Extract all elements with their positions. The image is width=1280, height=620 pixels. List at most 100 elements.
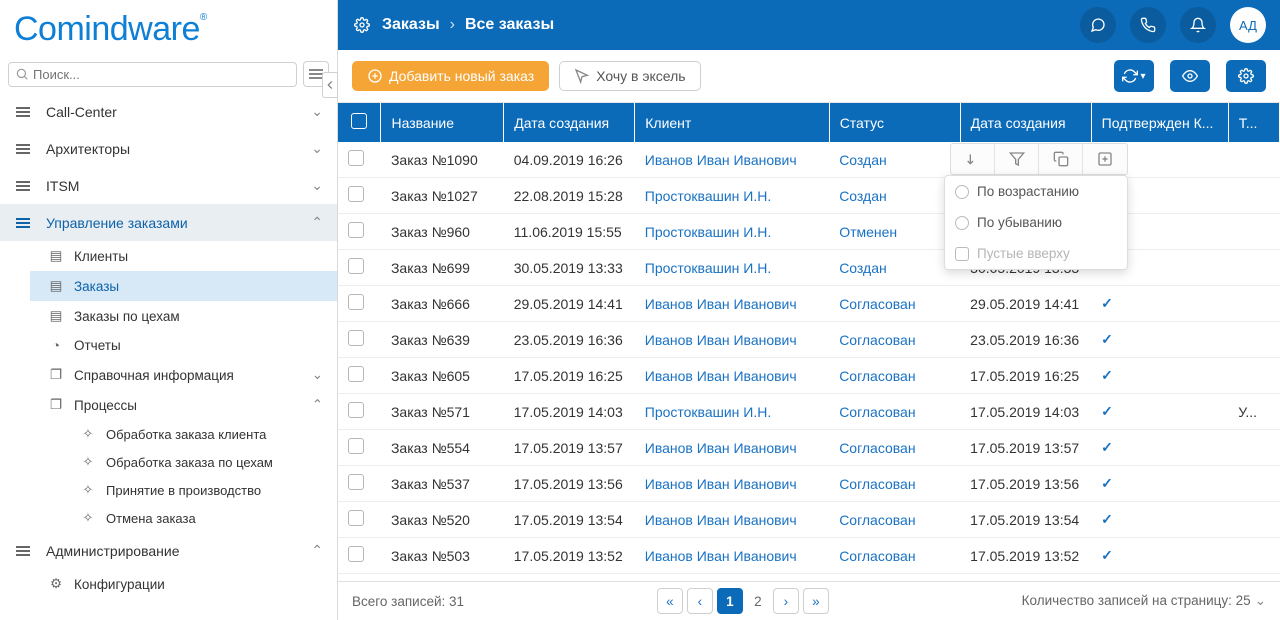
sidebar-item-orders-management[interactable]: Управление заказами ⌃ [0, 204, 337, 241]
cell-status[interactable]: Создан [829, 250, 960, 286]
sidebar-item-process-client-order[interactable]: ✧Обработка заказа клиента [62, 420, 337, 448]
sidebar-item-clients[interactable]: ▤Клиенты [30, 241, 337, 271]
cell-status[interactable]: Согласован [829, 466, 960, 502]
cell-client[interactable]: Простоквашин И.Н. [635, 214, 829, 250]
table-row[interactable]: Заказ №55417.05.2019 13:57Иванов Иван Ив… [338, 430, 1280, 466]
column-t[interactable]: Т... [1228, 103, 1279, 142]
add-order-button[interactable]: Добавить новый заказ [352, 61, 549, 91]
export-excel-button[interactable]: Хочу в эксель [559, 61, 700, 91]
table-row[interactable]: Заказ №69930.05.2019 13:33Простоквашин И… [338, 250, 1280, 286]
cell-status[interactable]: Согласован [829, 430, 960, 466]
column-name[interactable]: Название [381, 103, 504, 142]
row-checkbox[interactable] [348, 366, 364, 382]
table-row[interactable]: Заказ №109004.09.2019 16:26Иванов Иван И… [338, 142, 1280, 178]
cell-client[interactable]: Простоквашин И.Н. [635, 178, 829, 214]
table-row[interactable]: Заказ №102722.08.2019 15:28Простоквашин … [338, 178, 1280, 214]
sidebar-item-admin[interactable]: Администрирование ⌃ [0, 532, 337, 569]
column-created2[interactable]: Дата создания [960, 103, 1091, 142]
preview-button[interactable] [1170, 60, 1210, 92]
call-button[interactable] [1130, 7, 1166, 43]
breadcrumb-all-orders[interactable]: Все заказы [465, 16, 554, 34]
cell-client[interactable]: Иванов Иван Иванович [635, 322, 829, 358]
row-checkbox[interactable] [348, 402, 364, 418]
settings-button[interactable] [352, 15, 372, 35]
cell-client[interactable]: Простоквашин И.Н. [635, 250, 829, 286]
sidebar-item-process-accept-production[interactable]: ✧Принятие в производство [62, 476, 337, 504]
refresh-button[interactable]: ▾ [1114, 60, 1154, 92]
per-page-selector[interactable]: Количество записей на страницу: 25⌄ [1022, 593, 1266, 609]
row-checkbox[interactable] [348, 546, 364, 562]
row-checkbox[interactable] [348, 222, 364, 238]
row-checkbox[interactable] [348, 474, 364, 490]
row-checkbox[interactable] [348, 438, 364, 454]
cell-client[interactable]: Иванов Иван Иванович [635, 358, 829, 394]
cell-status[interactable]: Согласован [829, 286, 960, 322]
sort-tool[interactable] [951, 144, 995, 174]
row-checkbox[interactable] [348, 330, 364, 346]
row-checkbox[interactable] [348, 186, 364, 202]
table-row[interactable]: Заказ №63923.05.2019 16:36Иванов Иван Ив… [338, 322, 1280, 358]
cell-client[interactable]: Иванов Иван Иванович [635, 502, 829, 538]
notifications-button[interactable] [1180, 7, 1216, 43]
sidebar-item-processes[interactable]: ❐Процессы⌃ [30, 390, 337, 420]
table-row[interactable]: Заказ №96011.06.2019 15:55Простоквашин И… [338, 214, 1280, 250]
column-created[interactable]: Дата создания [504, 103, 635, 142]
pager-next[interactable]: › [773, 588, 799, 614]
avatar[interactable]: АД [1230, 7, 1266, 43]
pager-page-1[interactable]: 1 [717, 588, 743, 614]
pager-first[interactable]: « [657, 588, 683, 614]
sidebar-item-callcenter[interactable]: Call-Center ⌄ [0, 93, 337, 130]
sidebar-item-process-workshop-order[interactable]: ✧Обработка заказа по цехам [62, 448, 337, 476]
cell-status[interactable]: Согласован [829, 322, 960, 358]
column-status[interactable]: Статус [829, 103, 960, 142]
search-box[interactable] [8, 62, 297, 87]
cell-status[interactable]: Создан [829, 178, 960, 214]
filter-tool[interactable] [995, 144, 1039, 174]
row-checkbox[interactable] [348, 510, 364, 526]
cell-client[interactable]: Иванов Иван Иванович [635, 574, 829, 582]
row-checkbox[interactable] [348, 150, 364, 166]
chat-button[interactable] [1080, 7, 1116, 43]
sort-asc-option[interactable]: По возрастанию [945, 176, 1127, 207]
sidebar-collapse-handle[interactable] [322, 72, 338, 98]
table-row[interactable]: Заказ №60517.05.2019 16:25Иванов Иван Ив… [338, 358, 1280, 394]
column-confirmed[interactable]: Подтвержден К... [1091, 103, 1228, 142]
sidebar-item-architects[interactable]: Архитекторы ⌄ [0, 130, 337, 167]
cell-client[interactable]: Иванов Иван Иванович [635, 466, 829, 502]
cell-status[interactable]: Отменен [829, 214, 960, 250]
cell-status[interactable]: Согласован [829, 394, 960, 430]
table-settings-button[interactable] [1226, 60, 1266, 92]
sidebar-item-reference[interactable]: ❐Справочная информация⌄ [30, 360, 337, 390]
cell-client[interactable]: Иванов Иван Иванович [635, 286, 829, 322]
cell-client[interactable]: Простоквашин И.Н. [635, 394, 829, 430]
search-input[interactable] [29, 67, 290, 82]
row-checkbox[interactable] [348, 258, 364, 274]
table-row[interactable]: Заказ №52017.05.2019 13:54Иванов Иван Ив… [338, 502, 1280, 538]
table-row[interactable]: Заказ №57117.05.2019 14:03Простоквашин И… [338, 394, 1280, 430]
pager-page-2[interactable]: 2 [747, 594, 769, 609]
sidebar-item-orders[interactable]: ▤Заказы [30, 271, 337, 301]
pager-prev[interactable]: ‹ [687, 588, 713, 614]
cell-client[interactable]: Иванов Иван Иванович [635, 538, 829, 574]
sort-desc-option[interactable]: По убыванию [945, 207, 1127, 238]
sort-empty-top-option[interactable]: Пустые вверху [945, 238, 1127, 269]
column-client[interactable]: Клиент [635, 103, 829, 142]
column-checkbox[interactable] [338, 103, 381, 142]
cell-status[interactable]: Согласован [829, 538, 960, 574]
cell-status[interactable]: Согласован [829, 358, 960, 394]
table-row[interactable]: Заказ №66629.05.2019 14:41Иванов Иван Ив… [338, 286, 1280, 322]
row-checkbox[interactable] [348, 294, 364, 310]
cell-status[interactable]: Согласован [829, 502, 960, 538]
table-row[interactable]: Заказ №53717.05.2019 13:56Иванов Иван Ив… [338, 466, 1280, 502]
sidebar-item-process-cancel-order[interactable]: ✧Отмена заказа [62, 504, 337, 532]
cell-status[interactable]: Согласован [829, 574, 960, 582]
sidebar-item-reports[interactable]: ◔Отчеты [30, 331, 337, 360]
sidebar-item-workshop-orders[interactable]: ▤Заказы по цехам [30, 301, 337, 331]
cell-client[interactable]: Иванов Иван Иванович [635, 430, 829, 466]
sidebar-item-itsm[interactable]: ITSM ⌄ [0, 167, 337, 204]
sidebar-item-configurations[interactable]: ⚙Конфигурации [30, 569, 337, 599]
cell-status[interactable]: Создан [829, 142, 960, 178]
copy-column-tool[interactable] [1039, 144, 1083, 174]
cell-client[interactable]: Иванов Иван Иванович [635, 142, 829, 178]
table-row[interactable]: Заказ №50317.05.2019 13:52Иванов Иван Ив… [338, 538, 1280, 574]
